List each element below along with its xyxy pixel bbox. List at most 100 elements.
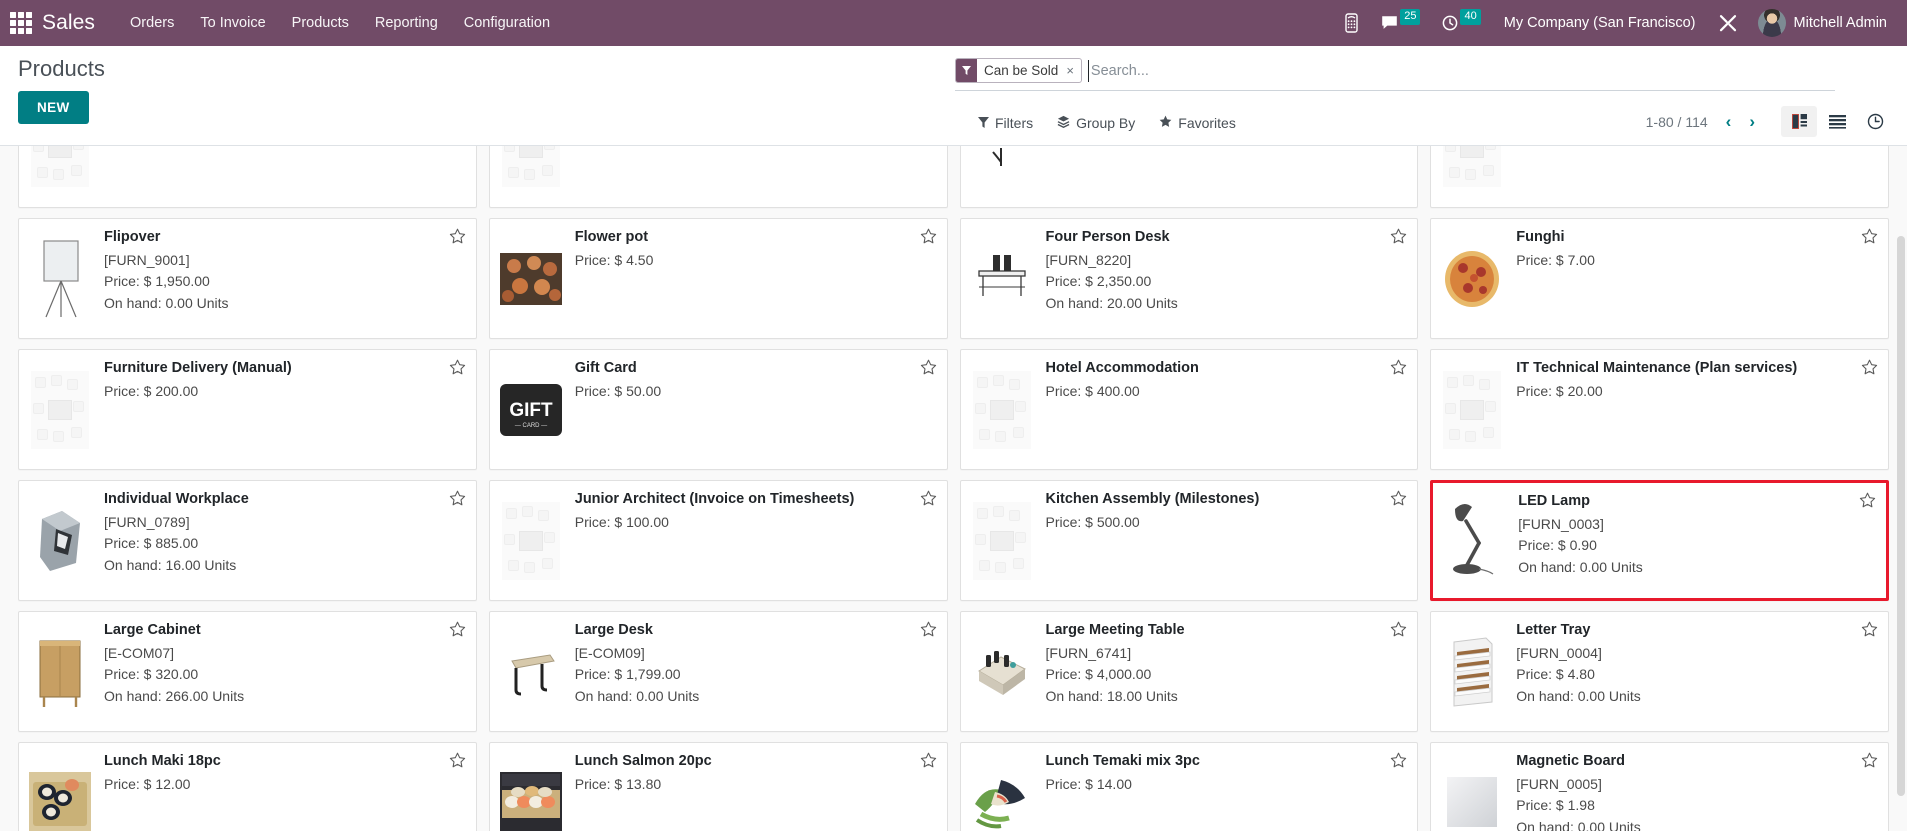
favorite-star-icon[interactable] <box>449 228 466 245</box>
menu-orders[interactable]: Orders <box>117 9 187 37</box>
product-card[interactable]: Large Desk [E-COM09] Price: $ 1,799.00 On h… <box>488 611 948 732</box>
product-card[interactable]: Letter Tray [FURN_0004] Price: $ 4.80 On ha… <box>1430 611 1889 732</box>
product-name: Large Desk <box>574 622 653 638</box>
favorite-star-icon[interactable] <box>1861 228 1878 245</box>
searchbar[interactable]: Can be Sold × <box>955 58 1835 91</box>
product-name: Furniture Delivery (Manual) <box>104 360 292 376</box>
product-on-hand: On hand: 0.00 Units <box>104 295 229 312</box>
product-card[interactable]: GIFT — CARD — Gift Card Price: $ 50.00 <box>488 349 948 470</box>
favorite-star-icon[interactable] <box>1861 621 1878 638</box>
favorite-star-icon[interactable] <box>449 752 466 769</box>
product-name: Flipover <box>104 229 161 245</box>
product-name: Lunch Salmon 20pc <box>574 753 712 769</box>
app-brand-sales[interactable]: Sales <box>42 11 95 35</box>
product-card[interactable]: Four Person Desk [FURN_8220] Price: $ 2,35… <box>959 218 1419 339</box>
favorite-star-icon[interactable] <box>920 228 937 245</box>
kanban-grid: Price: $ 0.00 Price: $ 0.00 Price: $ 0.00… <box>12 146 1895 831</box>
vertical-scrollbar[interactable] <box>1897 236 1905 796</box>
product-name: Large Cabinet <box>104 622 201 638</box>
new-button[interactable]: NEW <box>18 91 89 125</box>
apps-grid-icon[interactable] <box>10 12 32 34</box>
favorite-star-icon[interactable] <box>1861 752 1878 769</box>
product-image <box>499 752 563 831</box>
product-card[interactable]: Junior Architect (Invoice on Timesheets)… <box>488 480 948 601</box>
close-icon[interactable]: × <box>1065 59 1081 82</box>
favorites-dropdown[interactable]: Favorites <box>1149 110 1246 136</box>
product-name: LED Lamp <box>1518 493 1590 509</box>
product-price: Price: $ 1.98 <box>1516 797 1595 814</box>
product-card[interactable]: Lunch Salmon 20pc Price: $ 13.80 <box>488 742 948 831</box>
menu-reporting[interactable]: Reporting <box>362 9 451 37</box>
favorite-star-icon[interactable] <box>1390 490 1407 507</box>
activity-view-button[interactable] <box>1857 106 1893 137</box>
product-card[interactable]: IT Technical Maintenance (Plan services)… <box>1430 349 1889 470</box>
product-image <box>28 621 92 722</box>
product-card[interactable]: Flower pot Price: $ 4.50 <box>488 218 948 339</box>
product-card[interactable]: Hotel Accommodation Price: $ 400.00 <box>959 349 1419 470</box>
product-card[interactable]: Individual Workplace [FURN_0789] Price: $ … <box>18 480 477 601</box>
company-switcher[interactable]: My Company (San Francisco) <box>1492 9 1708 37</box>
favorite-star-icon[interactable] <box>449 359 466 376</box>
product-price: Price: $ 320.00 <box>104 666 199 683</box>
pager-previous-button[interactable]: ‹ <box>1718 111 1740 132</box>
filters-label: Filters <box>995 115 1034 131</box>
product-name: Lunch Maki 18pc <box>104 753 221 769</box>
favorite-star-icon[interactable] <box>920 490 937 507</box>
product-card[interactable]: Large Meeting Table [FURN_6741] Price: $ 4… <box>959 611 1419 732</box>
phone-icon[interactable] <box>1333 7 1370 39</box>
product-card[interactable]: Funghi Price: $ 7.00 <box>1430 218 1889 339</box>
list-view-button[interactable] <box>1819 106 1855 137</box>
product-price: Price: $ 4.50 <box>574 251 654 268</box>
product-card-body: Funghi Price: $ 7.00 <box>1516 228 1878 329</box>
pager-next-button[interactable]: › <box>1741 111 1763 132</box>
favorite-star-icon[interactable] <box>1390 228 1407 245</box>
favorite-star-icon[interactable] <box>920 359 937 376</box>
product-card[interactable]: Lunch Temaki mix 3pc Price: $ 14.00 <box>959 742 1419 831</box>
favorite-star-icon[interactable] <box>920 752 937 769</box>
product-card[interactable]: Flipover [FURN_9001] Price: $ 1,950.00 On h… <box>18 218 477 339</box>
filters-dropdown[interactable]: Filters <box>968 110 1043 136</box>
user-menu[interactable]: Mitchell Admin <box>1748 5 1893 41</box>
clock-icon[interactable]: 40 <box>1431 8 1491 38</box>
product-card[interactable]: Furniture Delivery (Manual) Price: $ 200.… <box>18 349 477 470</box>
messages-icon[interactable]: 25 <box>1370 8 1431 38</box>
favorite-star-icon[interactable] <box>1390 621 1407 638</box>
favorite-star-icon[interactable] <box>449 621 466 638</box>
product-card-body: Price: $ 0.00 <box>575 146 937 198</box>
group-by-dropdown[interactable]: Group By <box>1047 110 1145 136</box>
product-reference: [FURN_0004] <box>1516 644 1602 661</box>
product-card-body: Large Cabinet [E-COM07] Price: $ 320.00 On … <box>104 621 466 722</box>
product-price: Price: $ 885.00 <box>104 535 199 552</box>
menu-configuration[interactable]: Configuration <box>451 9 563 37</box>
product-card-body: Kitchen Assembly (Milestones) Price: $ 50… <box>1046 490 1408 591</box>
favorite-star-icon[interactable] <box>449 490 466 507</box>
product-card[interactable]: Kitchen Assembly (Milestones) Price: $ 50… <box>959 480 1419 601</box>
product-price: Price: $ 400.00 <box>1045 382 1140 399</box>
favorite-star-icon[interactable] <box>1390 752 1407 769</box>
product-card[interactable]: Price: $ 0.00 <box>959 146 1419 208</box>
menu-products[interactable]: Products <box>279 9 362 37</box>
kanban-view-button[interactable] <box>1781 106 1817 137</box>
product-card[interactable]: Magnetic Board [FURN_0005] Price: $ 1.98 On… <box>1430 742 1889 831</box>
product-name: Funghi <box>1516 229 1565 245</box>
filter-icon <box>956 59 977 82</box>
menu-to-invoice[interactable]: To Invoice <box>187 9 278 37</box>
product-card[interactable]: Large Cabinet [E-COM07] Price: $ 320.00 On … <box>18 611 477 732</box>
kanban-cell: IT Technical Maintenance (Plan services)… <box>1424 344 1895 475</box>
favorite-star-icon[interactable] <box>920 621 937 638</box>
product-card[interactable]: Price: $ 0.00 <box>1430 146 1889 208</box>
favorite-star-icon[interactable] <box>1390 359 1407 376</box>
favorite-star-icon[interactable] <box>1859 492 1876 509</box>
image-placeholder-icon <box>972 370 1031 449</box>
product-card[interactable]: Lunch Maki 18pc Price: $ 12.00 <box>18 742 477 831</box>
favorite-star-icon[interactable] <box>1861 359 1878 376</box>
product-card-selected[interactable]: LED Lamp [FURN_0003] Price: $ 0.90 On hand:… <box>1430 480 1889 601</box>
wrench-icon[interactable] <box>1708 8 1748 38</box>
product-card[interactable]: Price: $ 0.00 <box>18 146 477 208</box>
search-facet-can-be-sold[interactable]: Can be Sold × <box>955 58 1082 83</box>
product-reference: [E-COM07] <box>104 644 175 661</box>
product-card-body: LED Lamp [FURN_0003] Price: $ 0.90 On hand:… <box>1518 492 1876 589</box>
search-input[interactable] <box>1087 59 1835 82</box>
product-card[interactable]: Price: $ 0.00 <box>488 146 948 208</box>
kanban-cell: Price: $ 0.00 <box>1424 146 1895 213</box>
